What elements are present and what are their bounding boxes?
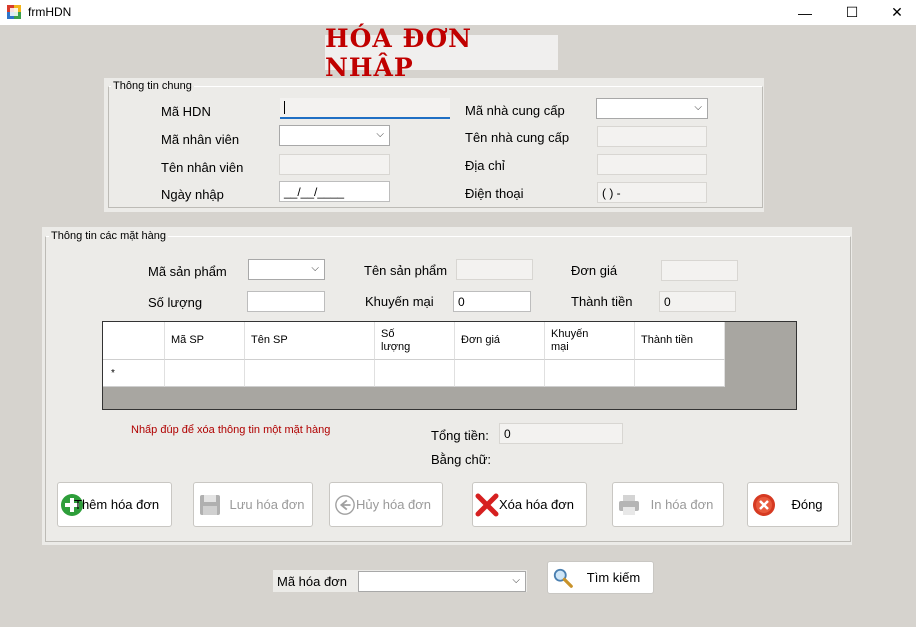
ten-sp-input[interactable] [456, 259, 533, 280]
grid-cell[interactable] [245, 360, 375, 387]
grid-col-ten-sp[interactable]: Tên SP [245, 322, 375, 360]
save-invoice-button[interactable]: Lưu hóa đơn [193, 482, 313, 527]
print-invoice-button[interactable]: In hóa đơn [612, 482, 724, 527]
ma-hdn-label: Mã HDN [161, 104, 211, 119]
ma-nv-label: Mã nhân viên [161, 132, 240, 147]
chevron-down-icon: ⌵ [694, 102, 702, 113]
grid-col-so-luong[interactable]: Số lượng [375, 322, 455, 360]
ma-ncc-combo[interactable]: ⌵ [596, 98, 708, 119]
so-luong-input[interactable] [247, 291, 325, 312]
add-invoice-button[interactable]: Thêm hóa đơn [57, 482, 172, 527]
cancel-invoice-button[interactable]: Hủy hóa đơn [329, 482, 443, 527]
dia-chi-label: Địa chỉ [465, 158, 505, 173]
grid-cell[interactable] [545, 360, 635, 387]
thanh-tien-label: Thành tiền [571, 294, 633, 309]
maximize-icon: ☐ [845, 4, 859, 20]
grid-col-don-gia[interactable]: Đơn giá [455, 322, 545, 360]
close-form-label: Đóng [791, 497, 823, 512]
search-button[interactable]: Tìm kiếm [547, 561, 654, 594]
delete-invoice-label: Xóa hóa đơn [499, 497, 575, 512]
delete-hint-text: Nhấp đúp để xóa thông tin một mặt hàng [131, 424, 331, 436]
grid-cell[interactable] [635, 360, 725, 387]
tong-tien-input[interactable]: 0 [499, 423, 623, 444]
search-label: Mã hóa đơn [277, 574, 347, 589]
delete-x-icon [475, 493, 499, 516]
grid-col-khuyen-mai[interactable]: Khuyến mại [545, 322, 635, 360]
ten-nv-input[interactable] [279, 154, 390, 175]
ma-sp-label: Mã sản phẩm [148, 264, 227, 279]
bang-chu-label: Bằng chữ: [431, 452, 492, 467]
cancel-invoice-label: Hủy hóa đơn [356, 497, 432, 512]
khuyen-mai-input[interactable]: 0 [453, 291, 531, 312]
close-circle-icon [753, 493, 775, 516]
minimize-icon: — [798, 4, 812, 21]
close-icon: ✕ [891, 4, 903, 20]
save-invoice-label: Lưu hóa đơn [229, 497, 305, 512]
minimize-button[interactable]: — [782, 0, 828, 25]
dia-chi-input[interactable] [597, 154, 707, 175]
items-datagrid[interactable]: Mã SP Tên SP Số lượng Đơn giá Khuyến mại… [102, 321, 797, 410]
form-heading: HÓA ĐƠN NHẬP [325, 24, 558, 82]
search-invoice-combo[interactable]: ⌵ [358, 571, 526, 592]
ma-ncc-label: Mã nhà cung cấp [465, 103, 565, 118]
ngay-nhap-label: Ngày nhập [161, 187, 224, 202]
general-info-legend: Thông tin chung [111, 80, 194, 92]
print-invoice-label: In hóa đơn [650, 497, 714, 512]
save-icon [200, 494, 220, 515]
new-row-marker: * [103, 360, 165, 387]
close-form-button[interactable]: Đóng [747, 482, 839, 527]
back-arrow-icon [335, 494, 355, 515]
grid-col-so-luong-text: Số lượng [381, 327, 411, 353]
grid-cell[interactable] [375, 360, 455, 387]
search-button-label: Tìm kiếm [586, 570, 641, 585]
ma-hdn-input[interactable] [280, 98, 450, 119]
chevron-down-icon: ⌵ [311, 263, 319, 274]
so-luong-label: Số lượng [148, 295, 203, 310]
ten-ncc-input[interactable] [597, 126, 707, 147]
chevron-down-icon: ⌵ [376, 129, 384, 140]
ten-ncc-label: Tên nhà cung cấp [465, 130, 570, 145]
window-title: frmHDN [28, 5, 72, 19]
ma-nv-combo[interactable]: ⌵ [279, 125, 390, 146]
title-bar [0, 0, 916, 25]
don-gia-label: Đơn giá [571, 263, 618, 278]
app-form-icon [7, 5, 21, 19]
grid-col-khuyen-mai-text: Khuyến mại [551, 327, 589, 353]
ngay-nhap-masked-input[interactable]: __/__/____ [279, 181, 390, 202]
printer-icon [619, 494, 639, 515]
grid-header-row: Mã SP Tên SP Số lượng Đơn giá Khuyến mại… [103, 322, 725, 360]
dien-thoai-label: Điện thoại [465, 186, 524, 201]
table-row[interactable]: * [103, 360, 725, 387]
items-legend: Thông tin các mặt hàng [49, 230, 168, 242]
ten-sp-label: Tên sản phẩm [364, 263, 448, 278]
chevron-down-icon: ⌵ [512, 575, 520, 586]
add-invoice-label: Thêm hóa đơn [74, 497, 160, 512]
grid-cell[interactable] [455, 360, 545, 387]
thanh-tien-input[interactable]: 0 [659, 291, 736, 312]
dien-thoai-masked-input[interactable]: ( ) - [597, 182, 707, 203]
delete-invoice-button[interactable]: Xóa hóa đơn [472, 482, 587, 527]
khuyen-mai-label: Khuyến mại [365, 294, 434, 309]
grid-cell[interactable] [165, 360, 245, 387]
search-icon [553, 568, 573, 588]
maximize-button[interactable]: ☐ [829, 0, 875, 25]
don-gia-input[interactable] [661, 260, 738, 281]
tong-tien-label: Tổng tiền: [431, 428, 489, 443]
grid-col-ma-sp[interactable]: Mã SP [165, 322, 245, 360]
ma-sp-combo[interactable]: ⌵ [248, 259, 325, 280]
close-window-button[interactable]: ✕ [874, 0, 916, 25]
grid-row-header-corner [103, 322, 165, 360]
ten-nv-label: Tên nhân viên [161, 160, 244, 175]
grid-col-thanh-tien[interactable]: Thành tiền [635, 322, 725, 360]
